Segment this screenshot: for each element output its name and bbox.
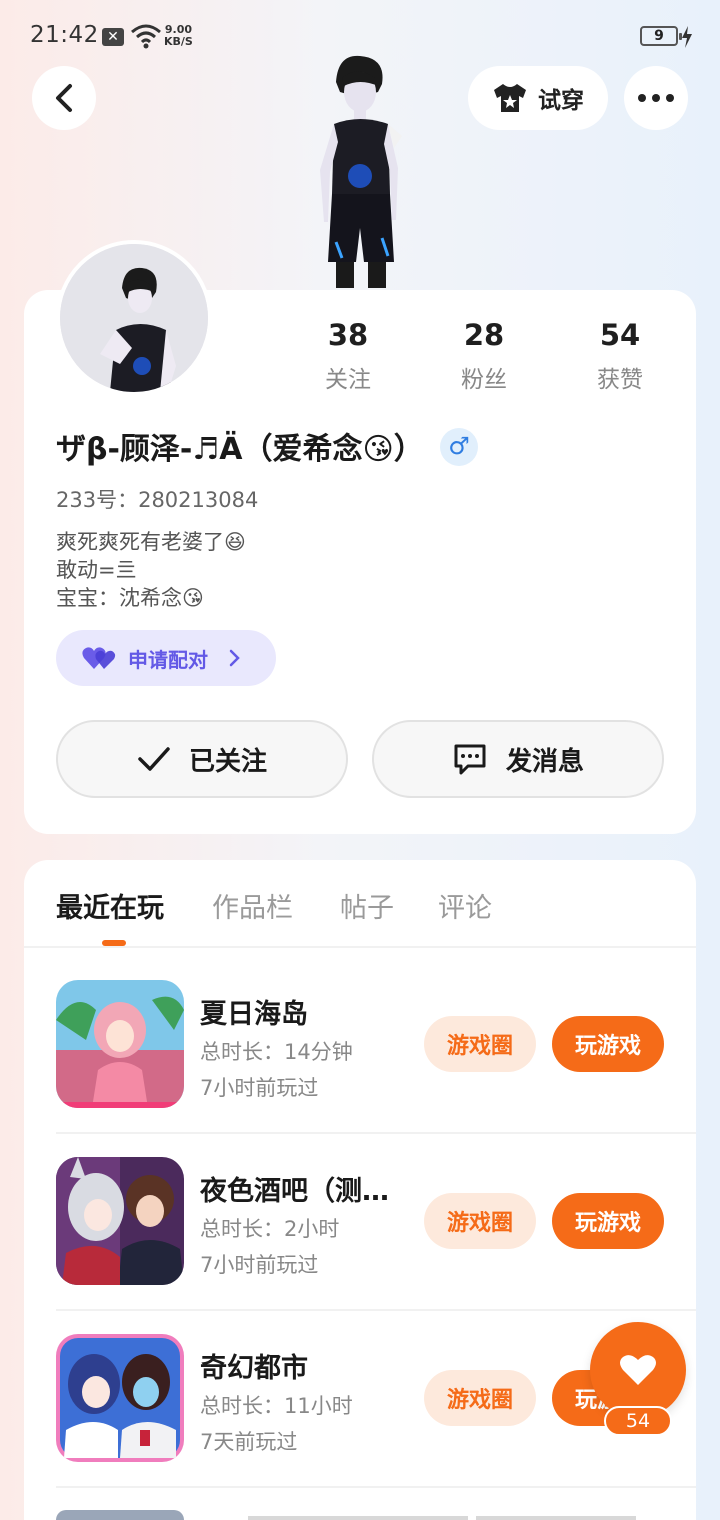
play-game-button[interactable]: 玩游戏 [552,1016,664,1072]
avatar-image [60,244,208,392]
more-dots-icon [638,94,674,102]
chevron-left-icon [56,84,72,112]
try-on-button[interactable]: 试穿 [468,66,608,130]
game-icon[interactable] [56,980,184,1108]
battery-icon: 9 [640,26,682,46]
game-last-played: 7小时前玩过 [200,1253,319,1277]
stat-following-label: 关注 [325,367,371,393]
tab-posts[interactable]: 帖子 [340,886,394,925]
game-icon [56,1510,184,1520]
bio-line: 宝宝：沈希念😘 [56,586,204,610]
game-thumbnail [56,1157,184,1285]
stat-likes-count: 54 [599,318,641,352]
more-options-button[interactable] [624,66,688,130]
try-on-label: 试穿 [538,88,584,114]
request-pair-label: 申请配对 [128,647,208,672]
charging-icon [682,26,692,48]
bio-line: 爽死爽死有老婆了😆 [56,530,246,554]
game-circle-button[interactable]: 游戏圈 [424,1370,536,1426]
row-divider [56,1132,696,1134]
row-divider [56,1309,696,1311]
heart-icon [620,1355,656,1385]
row-divider [56,1486,696,1488]
game-icon[interactable] [56,1157,184,1285]
send-message-button[interactable]: 发消息 [372,720,664,798]
game-title: 奇幻都市 [200,1353,308,1384]
game-row-partial[interactable] [56,1510,656,1520]
tab-comments[interactable]: 评论 [438,886,492,925]
username: ザβ-顾泽-♬Ä（爱希念😘） [56,432,424,467]
bio-line: 敢动=亖 [56,558,137,582]
game-duration: 总时长：2小时 [200,1217,340,1241]
play-game-button[interactable]: 玩游戏 [552,1193,664,1249]
game-title: 夜色酒吧（测… [200,1176,389,1207]
network-speed: 9.00 KB/S [164,24,193,48]
notification-icon: ✕ [102,28,124,46]
stat-followers-count: 28 [463,318,505,352]
tab-recently-played[interactable]: 最近在玩 [56,886,164,925]
floating-like-button[interactable] [590,1322,686,1418]
stat-likes-label: 获赞 [597,367,643,393]
battery-level: 9 [654,28,664,44]
checkmark-icon [138,747,170,771]
stat-likes[interactable]: 54 获赞 [560,318,680,394]
floating-like-count: 54 [604,1406,672,1436]
gender-male-icon: ♂ [440,428,478,466]
shirt-icon [494,84,526,112]
stat-followers[interactable]: 28 粉丝 [424,318,544,394]
game-circle-button[interactable]: 游戏圈 [424,1016,536,1072]
game-title: 夏日海岛 [200,999,308,1030]
game-last-played: 7天前玩过 [200,1430,298,1454]
stat-following[interactable]: 38 关注 [288,318,408,394]
double-heart-icon [82,647,116,669]
game-title-placeholder [476,1516,636,1520]
chevron-right-icon [229,649,240,667]
game-thumbnail [56,980,184,1108]
network-speed-unit: KB/S [164,35,193,48]
tab-works[interactable]: 作品栏 [212,886,293,925]
game-icon[interactable] [56,1334,184,1462]
bio: 爽死爽死有老婆了😆 敢动=亖 宝宝：沈希念😘 [56,528,246,612]
game-title-placeholder [248,1516,468,1520]
chat-bubble-icon [454,744,486,775]
stat-following-count: 38 [327,318,369,352]
game-circle-button[interactable]: 游戏圈 [424,1193,536,1249]
wifi-icon [131,24,161,49]
avatar[interactable] [56,240,212,396]
followed-label: 已关注 [188,746,267,777]
game-duration: 总时长：14分钟 [200,1040,353,1064]
stat-followers-label: 粉丝 [461,367,507,393]
game-row[interactable]: 夜色酒吧（测… 总时长：2小时 7小时前玩过 游戏圈 玩游戏 [56,1157,696,1307]
followed-button[interactable]: 已关注 [56,720,348,798]
game-row[interactable]: 夏日海岛 总时长：14分钟 7小时前玩过 游戏圈 玩游戏 [56,980,696,1130]
game-last-played: 7小时前玩过 [200,1076,319,1100]
tab-divider [24,946,696,948]
game-thumbnail [56,1334,184,1462]
request-pair-button[interactable]: 申请配对 [56,630,276,686]
character-figure[interactable] [298,52,418,292]
status-time: 21:42 [30,22,99,48]
game-duration: 总时长：11小时 [200,1394,353,1418]
send-message-label: 发消息 [505,746,584,777]
user-id[interactable]: 233号：280213084 [56,484,258,514]
back-button[interactable] [32,66,96,130]
